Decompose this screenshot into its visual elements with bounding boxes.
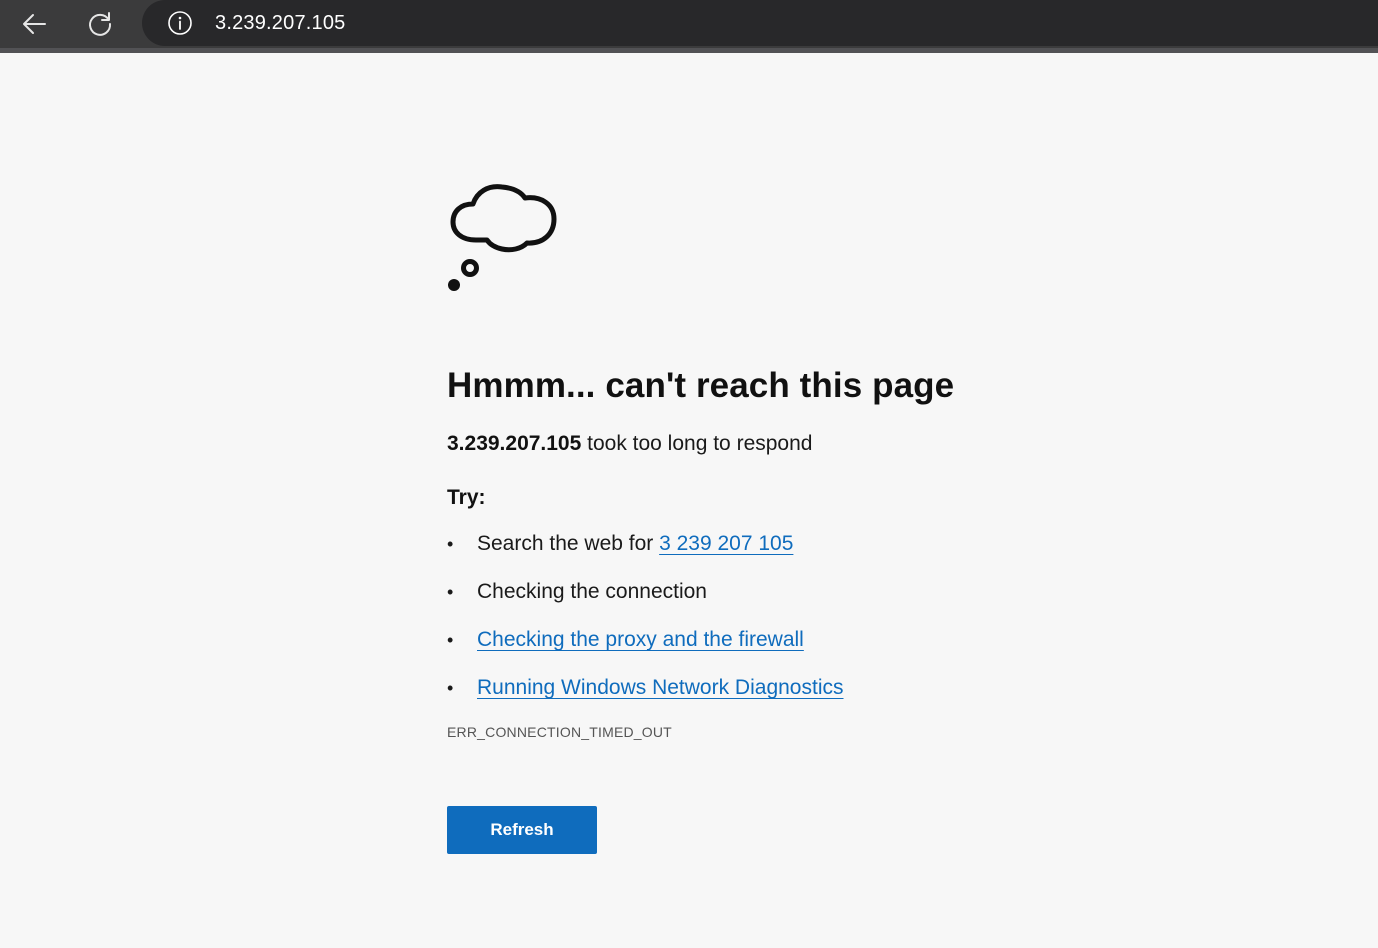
suggestion-proxy-firewall: • Checking the proxy and the firewall [447, 626, 1147, 674]
error-content: Hmmm... can't reach this page 3.239.207.… [447, 180, 1147, 854]
bullet: • [447, 534, 454, 554]
suggestion-check-connection-text: Checking the connection [477, 580, 707, 603]
error-message: 3.239.207.105 took too long to respond [447, 432, 1147, 456]
error-code: ERR_CONNECTION_TIMED_OUT [447, 724, 672, 740]
address-bar[interactable]: 3.239.207.105 [142, 0, 1378, 46]
bullet: • [447, 582, 454, 602]
suggestion-search-prefix: Search the web for [477, 532, 660, 555]
thought-cloud-icon [448, 184, 557, 291]
suggestion-network-diagnostics: • Running Windows Network Diagnostics [447, 674, 1147, 722]
suggestion-check-connection: • Checking the connection [447, 578, 1147, 626]
search-web-link[interactable]: 3 239 207 105 [659, 532, 793, 555]
back-arrow-icon [20, 10, 48, 38]
reload-icon [86, 10, 114, 38]
reload-button[interactable] [70, 0, 130, 48]
bullet: • [447, 630, 454, 650]
error-message-suffix: took too long to respond [581, 432, 813, 455]
network-diagnostics-link[interactable]: Running Windows Network Diagnostics [477, 676, 844, 699]
refresh-button[interactable]: Refresh [447, 806, 597, 854]
page-title: Hmmm... can't reach this page [447, 366, 955, 405]
browser-toolbar: 3.239.207.105 [0, 0, 1378, 53]
try-label: Try: [447, 486, 486, 509]
suggestion-list: • Search the web for 3 239 207 105 • Che… [447, 530, 1147, 722]
proxy-firewall-link[interactable]: Checking the proxy and the firewall [477, 628, 804, 651]
suggestion-search-web: • Search the web for 3 239 207 105 [447, 530, 1147, 578]
url-text[interactable]: 3.239.207.105 [215, 12, 346, 35]
error-host: 3.239.207.105 [447, 432, 582, 455]
back-button[interactable] [4, 0, 64, 48]
bullet: • [447, 678, 454, 698]
info-icon[interactable] [167, 10, 193, 36]
